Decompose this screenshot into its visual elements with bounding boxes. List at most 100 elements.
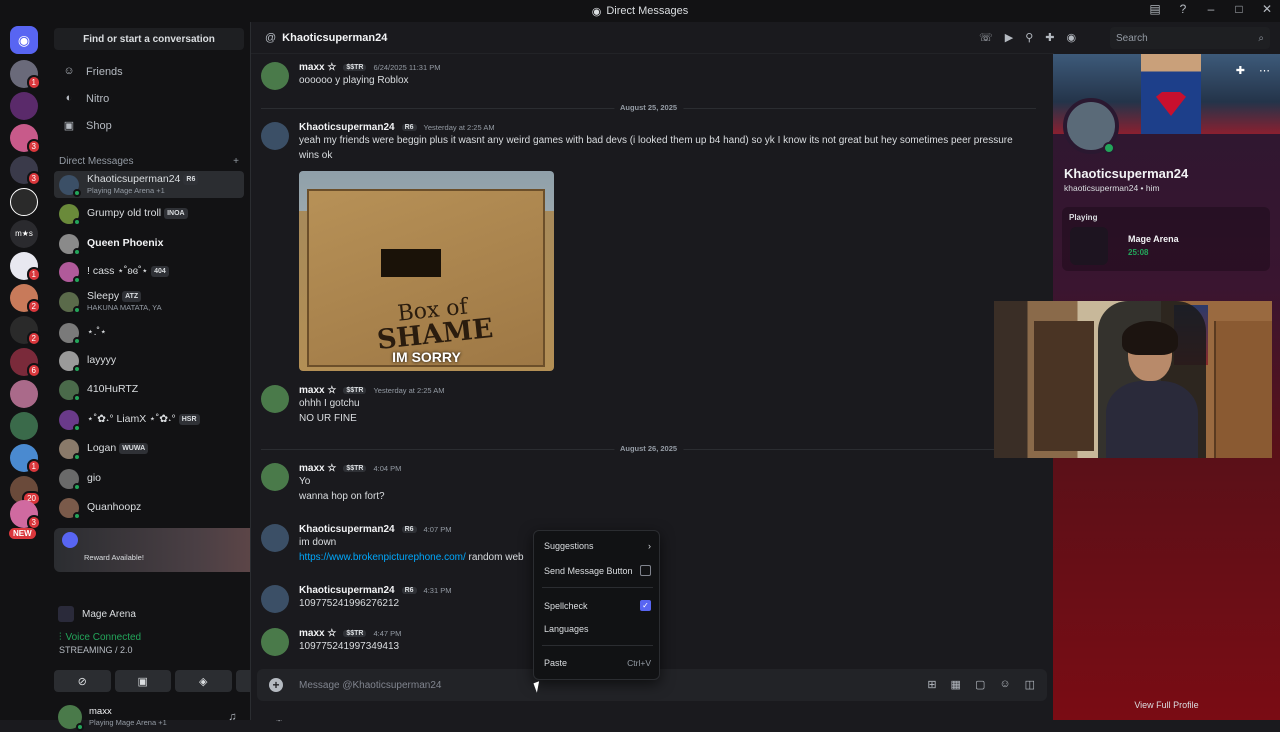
dm-item[interactable]: gio xyxy=(54,465,244,492)
minimize-button[interactable]: – xyxy=(1204,2,1218,16)
dm-item[interactable]: Grumpy old troll INOA xyxy=(54,200,244,227)
server-icon[interactable] xyxy=(10,188,38,216)
status-indicator xyxy=(73,482,81,491)
dm-item[interactable]: layyyy xyxy=(54,347,244,374)
menu-spellcheck[interactable]: Spellcheck ✓ xyxy=(544,600,651,611)
server-icon[interactable]: 3 xyxy=(10,500,41,530)
plus-icon[interactable]: + xyxy=(233,156,239,167)
pin-icon[interactable]: ⚲ xyxy=(1025,31,1033,44)
message-text: Yo xyxy=(299,476,311,487)
checkbox-checked[interactable]: ✓ xyxy=(640,600,651,611)
menu-suggestions[interactable]: Suggestions › xyxy=(544,541,651,551)
dm-item[interactable]: Logan WUWA xyxy=(54,435,244,462)
server-icon[interactable]: 1 xyxy=(10,444,41,474)
camera-off-button[interactable]: ⊘ xyxy=(54,670,111,692)
new-badge: NEW xyxy=(9,528,36,539)
server-icon[interactable]: 1 xyxy=(10,60,41,90)
activity-button[interactable]: ◈ xyxy=(175,670,232,692)
profile-handle: khaoticsuperman24 • him xyxy=(1064,183,1160,193)
profile-icon[interactable]: ◉ xyxy=(1067,31,1077,44)
status-indicator xyxy=(73,423,81,432)
menu-languages[interactable]: Languages xyxy=(544,624,651,634)
avatar[interactable] xyxy=(261,628,289,656)
avatar[interactable] xyxy=(261,585,289,613)
server-icon[interactable]: 3 xyxy=(10,156,41,186)
message-input[interactable]: Message @Khaoticsuperman24 xyxy=(299,680,441,691)
server-icon[interactable] xyxy=(10,380,38,408)
search-input[interactable]: Search ⌕ xyxy=(1110,27,1270,49)
link[interactable]: https://www.brokenpicturephone.com/ xyxy=(299,552,466,563)
more-icon[interactable]: ⋯ xyxy=(1259,64,1270,77)
home-button[interactable]: ◉ xyxy=(10,26,38,54)
avatar[interactable] xyxy=(261,122,289,150)
dm-name: Sleepy xyxy=(87,289,120,302)
server-icon[interactable]: 2 xyxy=(10,316,41,346)
sticker-icon[interactable]: ▢ xyxy=(975,678,985,691)
menu-paste[interactable]: Paste Ctrl+V xyxy=(544,658,651,668)
dm-name: gio xyxy=(87,472,102,484)
avatar xyxy=(59,174,81,197)
server-icon[interactable]: 3 xyxy=(10,124,41,154)
message-author[interactable]: Khaoticsuperman24 xyxy=(299,524,395,535)
apps-icon[interactable]: ◫ xyxy=(1025,678,1035,691)
dm-item[interactable]: 410HuRTZ xyxy=(54,376,244,403)
gif-icon[interactable]: ▦ xyxy=(951,678,961,691)
inbox-icon[interactable]: ▤ xyxy=(1148,2,1162,16)
avatar[interactable] xyxy=(261,385,289,413)
dm-item[interactable]: Queen Phoenix xyxy=(54,230,244,257)
search-icon: ⌕ xyxy=(1258,32,1264,44)
message-text: NO UR FINE xyxy=(299,413,357,424)
checkbox[interactable] xyxy=(640,565,651,576)
nav-nitro[interactable]: ◐ Nitro xyxy=(54,87,244,111)
server-icon[interactable]: 2 xyxy=(10,284,41,314)
server-icon[interactable]: 6 xyxy=(10,348,41,378)
help-icon[interactable]: ? xyxy=(1176,2,1190,16)
avatar[interactable] xyxy=(261,62,289,90)
timestamp: Yesterday at 2:25 AM xyxy=(373,386,445,395)
server-icon[interactable]: m★s xyxy=(10,220,38,248)
dm-item[interactable]: ! cass ⋆˚ʚɞ˚⋆ 404 xyxy=(54,258,244,285)
message-author[interactable]: Khaoticsuperman24 xyxy=(299,585,395,596)
server-icon[interactable] xyxy=(10,92,38,120)
activity-time: 25:08 xyxy=(1128,248,1149,257)
status-indicator xyxy=(73,188,81,197)
menu-send-message-button[interactable]: Send Message Button xyxy=(544,565,651,576)
mic-icon[interactable]: ♫ xyxy=(228,711,236,724)
add-friend-icon[interactable]: ✚ xyxy=(1236,64,1245,77)
dm-item[interactable]: ⋆˚✿˖° LiamX ⋆˚✿˖° HSR xyxy=(54,406,244,433)
avatar xyxy=(58,705,84,731)
close-button[interactable]: ✕ xyxy=(1260,2,1274,16)
dm-item[interactable]: Quanhoopz xyxy=(54,494,244,521)
attach-button[interactable]: + xyxy=(269,678,283,692)
add-friend-icon[interactable]: ✚ xyxy=(1045,31,1054,44)
message-author[interactable]: Khaoticsuperman24 xyxy=(299,122,395,133)
nav-friends[interactable]: ☺ Friends xyxy=(54,60,244,84)
dm-name: Quanhoopz xyxy=(87,501,142,513)
message-author[interactable]: maxx ☆ xyxy=(299,628,336,639)
video-icon[interactable]: ▶ xyxy=(1005,31,1013,44)
gift-icon[interactable]: ⊞ xyxy=(927,678,936,691)
nav-shop[interactable]: ▣ Shop xyxy=(54,114,244,138)
message-link-line: https://www.brokenpicturephone.com/ rand… xyxy=(299,550,1039,565)
image-attachment[interactable]: Box of SHAME IM SORRY xyxy=(299,171,554,371)
phone-icon[interactable]: ☏ xyxy=(979,31,993,44)
server-icon[interactable]: 1 xyxy=(10,252,41,282)
game-icon xyxy=(58,606,74,622)
emoji-icon[interactable]: ☺ xyxy=(999,678,1010,691)
avatar[interactable] xyxy=(261,463,289,491)
message-author[interactable]: maxx ☆ xyxy=(299,385,336,396)
find-conversation-button[interactable]: Find or start a conversation xyxy=(54,28,244,50)
message-author[interactable]: maxx ☆ xyxy=(299,463,336,474)
message-author[interactable]: maxx ☆ xyxy=(299,62,336,73)
server-icon[interactable] xyxy=(10,412,38,440)
dm-item[interactable]: Sleepy ATZ HAKUNA MATATA, YA xyxy=(54,288,244,315)
date-divider: August 25, 2025 xyxy=(261,103,1036,112)
avatar[interactable] xyxy=(261,524,289,552)
dm-item[interactable]: Khaoticsuperman24 R6 Playing Mage Arena +1 xyxy=(54,171,244,198)
dm-item[interactable]: ⋆.˚⋆ xyxy=(54,319,244,346)
maximize-button[interactable]: □ xyxy=(1232,2,1246,16)
view-full-profile-link[interactable]: View Full Profile xyxy=(1053,700,1280,710)
guild-tag: HSR xyxy=(178,414,200,425)
guild-tag: R6 xyxy=(401,124,417,131)
screen-share-button[interactable]: ▣ xyxy=(114,670,171,692)
